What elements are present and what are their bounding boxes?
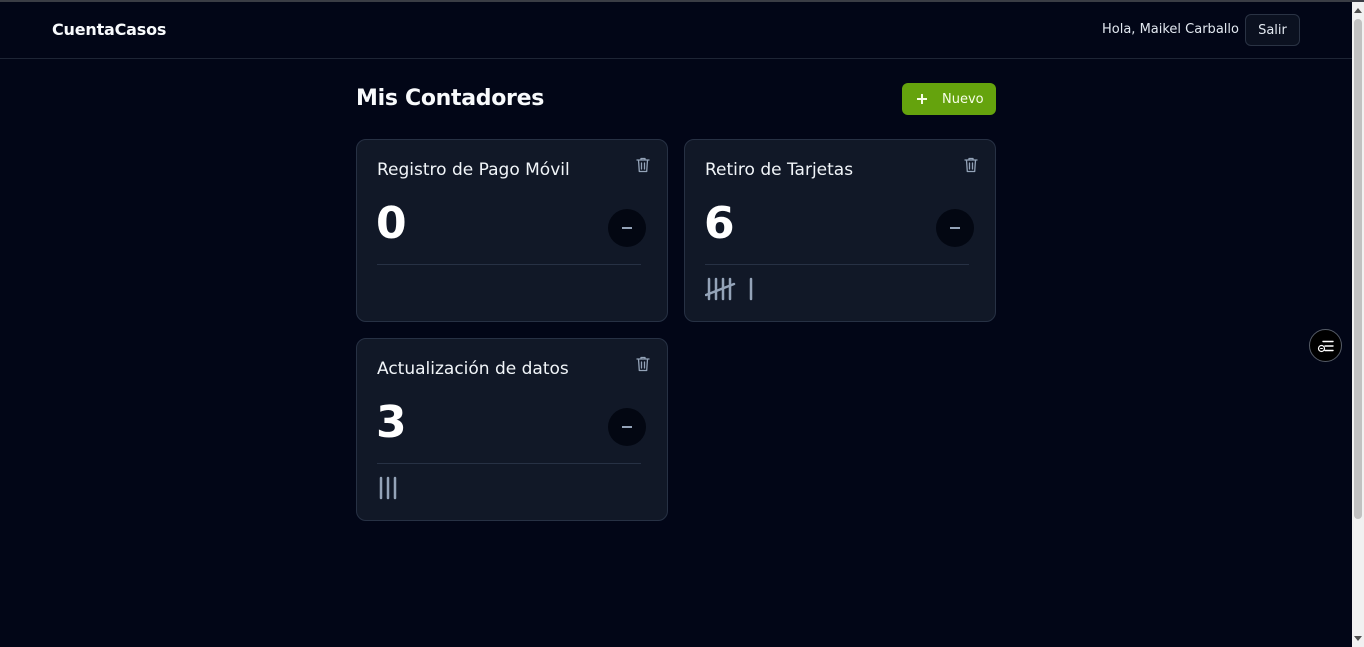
- tally-marks: [705, 277, 753, 301]
- minus-icon: [622, 426, 632, 428]
- card-divider: [705, 264, 969, 265]
- scroll-up-arrow-icon[interactable]: [1354, 8, 1362, 13]
- decrement-button[interactable]: [608, 408, 646, 446]
- decrement-button[interactable]: [936, 209, 974, 247]
- page-scrollbar[interactable]: [1352, 2, 1364, 647]
- trash-icon[interactable]: [635, 355, 651, 373]
- new-counter-button[interactable]: Nuevo: [902, 83, 996, 115]
- scrollbar-thumb[interactable]: [1354, 19, 1362, 519]
- trash-icon[interactable]: [635, 156, 651, 174]
- card-divider: [377, 463, 641, 464]
- counter-value: 3: [376, 397, 407, 448]
- counter-name: Actualización de datos: [377, 359, 569, 379]
- counter-card: Actualización de datos 3: [356, 338, 668, 521]
- counter-name: Retiro de Tarjetas: [705, 160, 854, 180]
- minus-icon: [622, 227, 632, 229]
- tally-marks: [379, 476, 397, 500]
- tally-marks: [377, 274, 497, 304]
- accessibility-widget-button[interactable]: [1309, 329, 1342, 362]
- counter-card: Registro de Pago Móvil 0: [356, 139, 668, 322]
- new-counter-label: Nuevo: [942, 91, 984, 107]
- decrement-button[interactable]: [608, 209, 646, 247]
- minus-icon: [950, 227, 960, 229]
- card-divider: [377, 264, 641, 265]
- accessibility-list-icon: [1317, 340, 1334, 352]
- app-brand[interactable]: CuentaCasos: [52, 20, 166, 39]
- counter-name: Registro de Pago Móvil: [377, 160, 570, 180]
- app-header: CuentaCasos Hola, Maikel Carballo Salir: [0, 2, 1352, 59]
- counter-value: 6: [704, 198, 735, 249]
- scroll-down-arrow-icon[interactable]: [1354, 636, 1362, 641]
- trash-icon[interactable]: [963, 156, 979, 174]
- counter-value: 0: [376, 198, 407, 249]
- counter-card: Retiro de Tarjetas 6: [684, 139, 996, 322]
- user-greeting: Hola, Maikel Carballo: [1102, 22, 1239, 37]
- logout-button[interactable]: Salir: [1245, 14, 1300, 46]
- page-title: Mis Contadores: [356, 86, 544, 111]
- plus-icon: [915, 92, 929, 106]
